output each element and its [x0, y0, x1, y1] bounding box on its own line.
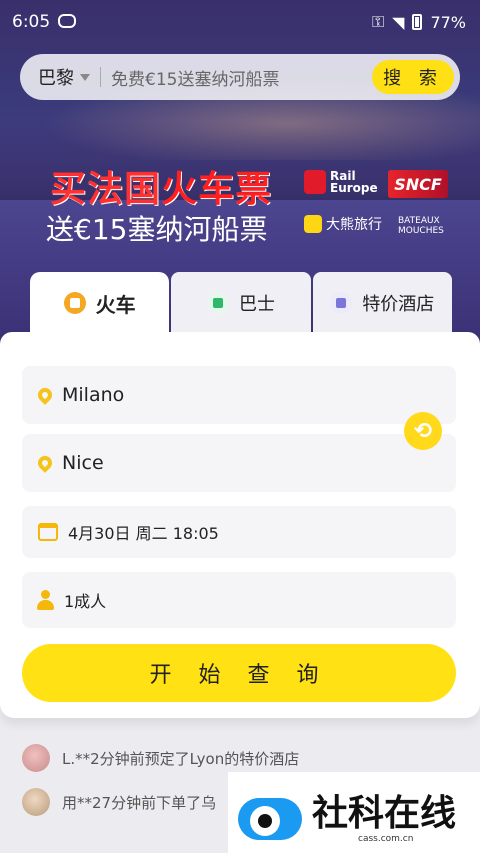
search-button[interactable]: 搜 索	[372, 60, 454, 94]
tab-label: 火车	[95, 292, 136, 317]
search-bar[interactable]: 巴黎 免费€15送塞纳河船票 搜 索	[20, 54, 460, 100]
passenger-field[interactable]: 1成人	[22, 572, 456, 628]
bateaux-mouches-logo: BATEAUX MOUCHES	[398, 216, 444, 236]
watermark: 社科在线 cass.com.cn	[228, 772, 480, 853]
status-time: 6:05	[12, 12, 51, 32]
start-search-button[interactable]: 开 始 查 询	[22, 644, 456, 702]
avatar	[22, 788, 50, 816]
divider	[100, 67, 101, 87]
notification-icon	[58, 14, 76, 28]
calendar-icon	[38, 523, 58, 541]
feed-text: 用**27分钟前下单了乌	[62, 793, 217, 812]
search-input[interactable]: 免费€15送塞纳河船票	[111, 65, 372, 90]
battery-level: 77%	[430, 12, 466, 32]
location-pin-icon	[35, 453, 55, 473]
feed-text: L.**2分钟前预定了Lyon的特价酒店	[62, 749, 300, 768]
swap-stations-button[interactable]: ⟲	[404, 412, 442, 450]
banner-headline[interactable]: 买法国火车票	[50, 160, 272, 212]
list-item: L.**2分钟前预定了Lyon的特价酒店	[22, 742, 299, 774]
category-tabs: 火车 巴士 特价酒店	[28, 272, 452, 334]
wifi-icon: ◥	[392, 12, 405, 32]
hotel-icon	[330, 292, 353, 314]
bear-icon	[304, 215, 322, 233]
passenger-value: 1成人	[64, 592, 107, 611]
list-item: 用**27分钟前下单了乌	[22, 786, 216, 818]
cloud-eye-icon	[236, 784, 304, 842]
status-bar: 6:05 ⚿ ◥ 77%	[0, 0, 480, 44]
city-selector[interactable]: 巴黎	[38, 64, 90, 90]
vpn-icon: ⚿	[371, 12, 385, 31]
battery-icon	[412, 14, 423, 30]
origin-field[interactable]: Milano	[22, 366, 456, 424]
tab-label: 巴士	[238, 294, 275, 315]
bear-travel-logo: 大熊旅行	[304, 214, 382, 234]
tab-hotel[interactable]: 特价酒店	[312, 272, 452, 334]
banner-subtitle: 送€15塞纳河船票	[46, 213, 268, 246]
date-value: 4月30日 周二 18:05	[68, 524, 219, 543]
origin-value: Milano	[62, 384, 125, 406]
bus-icon	[206, 292, 229, 314]
avatar	[22, 744, 50, 772]
rail-europe-logo: Rail Europe	[304, 168, 382, 198]
swap-icon: ⟲	[413, 418, 433, 444]
tab-bus[interactable]: 巴士	[171, 272, 311, 334]
city-label: 巴黎	[38, 68, 74, 89]
train-icon	[63, 292, 86, 314]
tab-label: 特价酒店	[362, 294, 435, 315]
chevron-down-icon	[80, 73, 90, 81]
sncf-logo: SNCF	[388, 170, 448, 198]
status-right: ⚿ ◥ 77%	[372, 12, 466, 32]
person-icon	[36, 590, 54, 610]
watermark-url: cass.com.cn	[358, 834, 414, 844]
destination-field[interactable]: Nice	[22, 434, 456, 492]
date-field[interactable]: 4月30日 周二 18:05	[22, 506, 456, 558]
destination-value: Nice	[62, 452, 104, 474]
watermark-title: 社科在线	[312, 791, 457, 834]
tab-train[interactable]: 火车	[30, 272, 170, 334]
location-pin-icon	[35, 385, 55, 405]
